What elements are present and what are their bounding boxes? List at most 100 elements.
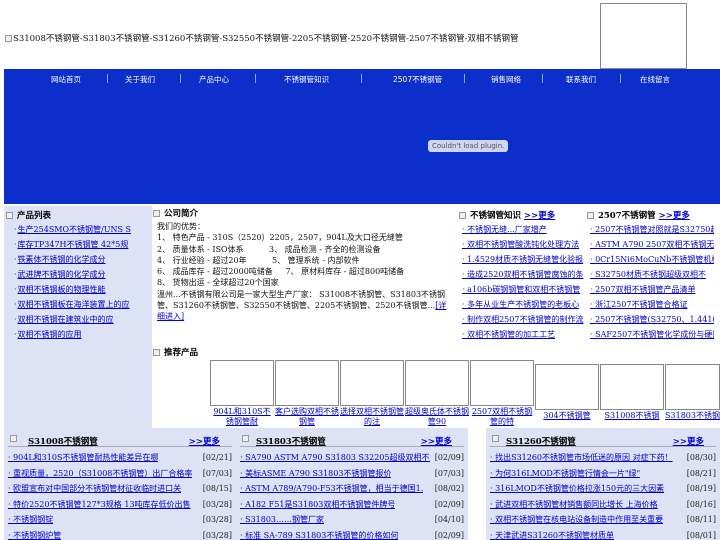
list-item: · 双相不锈钢管在核电站设备制造中作用至关重要 [08/11]: [490, 512, 716, 528]
product-image[interactable]: [600, 364, 664, 410]
product-image[interactable]: [665, 364, 720, 410]
more-link[interactable]: >>更多: [659, 211, 690, 221]
product-image[interactable]: [535, 364, 599, 410]
s31008-title-link[interactable]: S31008不锈钢管: [28, 435, 98, 447]
knowledge-link[interactable]: · 不锈钢无缝...厂家增产: [462, 222, 586, 237]
product-link[interactable]: 铁素体不锈钢的化学成分: [14, 252, 152, 267]
knowledge-link[interactable]: · 双相不锈钢管的加工工艺: [462, 327, 586, 342]
news-link[interactable]: · SA790 ASTM A790 S31803 S32205超级双相不锈钢: [240, 450, 430, 466]
more-link[interactable]: >>更多: [189, 435, 220, 447]
product-card-link[interactable]: 选择双相不锈钢管的注: [340, 407, 404, 426]
knowledge-link[interactable]: · 造成2520双相不锈钢管腐蚀的条: [462, 267, 586, 282]
pipe-2507-link[interactable]: · S32750材质不锈钢超级双相不: [590, 267, 714, 282]
news-link[interactable]: · A182 F51是S31803双相不锈钢管件牌号: [240, 497, 395, 513]
s31260-panel: S31260不锈钢管 >>更多 · 找出S31260不锈钢管市场低迷的原因 对症…: [486, 428, 720, 540]
s31260-title-link[interactable]: S31260不锈钢管: [506, 435, 576, 447]
knowledge-link[interactable]: · a106b碳钢钢管和双相不锈钢管: [462, 282, 586, 297]
pipe-2507-link[interactable]: · 2507不锈钢管(S32750、1.4410): [590, 312, 714, 327]
news-link[interactable]: · 武进双相不锈钢管材销售额同比增长 上海价格: [490, 497, 658, 513]
product-link[interactable]: 双相不锈钢板在海洋装置上的应: [14, 297, 152, 312]
news-link[interactable]: · 天津武进S31260不锈钢管材质单: [490, 528, 614, 540]
product-link[interactable]: 双相不锈钢的应用: [14, 327, 152, 342]
news-link[interactable]: · 316LMOD不锈钢管价格拉涨150元的三大因素: [490, 481, 664, 497]
news-link[interactable]: · 标准 SA-789 S31803不锈钢管的价格如何: [240, 528, 398, 540]
pipe-2507-link[interactable]: · 2507双相不锈钢管产品清单: [590, 282, 714, 297]
product-link[interactable]: 双相不锈钢在建筑业中的应: [14, 312, 152, 327]
nav-divider: [361, 74, 362, 83]
news-link[interactable]: · 不锈钢钢炉管: [8, 528, 61, 540]
product-link[interactable]: 双相不锈钢板的物理性能: [14, 282, 152, 297]
product-card-link[interactable]: 客户选购双相不锈钢管: [275, 407, 339, 426]
product-card-link[interactable]: 2507双相不锈钢管的特: [472, 407, 532, 426]
product-card-link[interactable]: 904L和310S不锈钢管耐: [213, 407, 270, 426]
pipe-2507-link[interactable]: · 2507不锈钢管对照就是S32750超: [590, 222, 714, 237]
product-image[interactable]: [470, 360, 534, 406]
product-image[interactable]: [275, 360, 339, 406]
news-link[interactable]: · 不锈钢钢锭: [8, 512, 53, 528]
nav-contact[interactable]: 联系我们: [566, 74, 596, 85]
product-link[interactable]: 生产254SMO不锈钢管/UNS S: [14, 222, 152, 237]
nav-2507[interactable]: 2507不锈钢管: [393, 74, 442, 85]
product-card[interactable]: 2507双相不锈钢管的特: [470, 360, 534, 427]
product-card-link[interactable]: S31008不锈钢: [605, 411, 660, 420]
s31803-list: · SA790 ASTM A790 S31803 S32205超级双相不锈钢 [0…: [240, 450, 464, 540]
pipe-2507-link[interactable]: · 浙江2507不锈钢管合格证: [590, 297, 714, 312]
product-card[interactable]: 超级奥氏体不锈钢管90: [405, 360, 469, 427]
product-card[interactable]: 选择双相不锈钢管的注: [340, 360, 404, 427]
product-card[interactable]: 304不锈钢管: [535, 364, 599, 421]
product-link[interactable]: 库存TP347H不锈钢管 42*5规: [14, 237, 152, 252]
intro-title: 公司简介: [163, 209, 198, 219]
news-link[interactable]: · 双相不锈钢管在核电站设备制造中作用至关重要: [490, 512, 663, 528]
nav-knowledge[interactable]: 不锈钢管知识: [284, 74, 329, 85]
news-link[interactable]: · 特价2520不锈钢管127*3规格 13吨库存低价出售: [8, 497, 191, 513]
plugin-error-message: Couldn't load plugin.: [428, 140, 509, 152]
logo-alt-label: S31008不锈钢管-S31803不锈钢管-S31260不锈钢管-S32550不…: [13, 34, 519, 44]
news-link[interactable]: · 欧盟宣布对中国部分不锈钢管材征收临时进口关: [8, 481, 181, 497]
list-item: · S31803……钢管厂家 [04/10]: [240, 512, 464, 528]
product-card[interactable]: S31008不锈钢: [600, 364, 664, 421]
product-card-link[interactable]: 304不锈钢管: [543, 411, 590, 420]
knowledge-link[interactable]: · 双相不锈钢管酸洗钝化处理方法: [462, 237, 586, 252]
news-date: [02/09]: [434, 499, 464, 509]
product-image[interactable]: [405, 360, 469, 406]
knowledge-link[interactable]: · 1.4529材质不锈钢无缝管化验报: [462, 252, 586, 267]
pipe-2507-link[interactable]: · 0Cr15Ni6MoCuNb不锈钢管机械性: [590, 252, 714, 267]
product-card-link[interactable]: S31803不锈钢: [665, 411, 720, 420]
product-image[interactable]: [340, 360, 404, 406]
news-link[interactable]: · 重视质量，2520（S31008不锈钢管）出厂合格率: [8, 466, 192, 482]
s31803-title-link[interactable]: S31803不锈钢管: [256, 435, 326, 447]
more-link[interactable]: >>更多: [524, 211, 555, 221]
news-link[interactable]: · 找出S31260不锈钢管市场低迷的原因 对症下药！: [490, 450, 673, 466]
pipe-2507-link[interactable]: · ASTM A790 2507双相不锈钢无缝: [590, 237, 714, 252]
pipe-2507-link[interactable]: · SAF2507不锈钢管化学成份与硬图: [590, 327, 714, 342]
pipe-2507-title: 2507不锈钢管: [597, 211, 656, 221]
news-date: [03/28]: [202, 530, 232, 540]
news-link[interactable]: · 美标ASME A790 S31803不锈钢管报价: [240, 466, 391, 482]
knowledge-link[interactable]: · 制作双相2507不锈钢管的制作流: [462, 312, 586, 327]
broken-image-icon: [10, 435, 17, 442]
nav-products[interactable]: 产品中心: [199, 74, 229, 85]
product-card[interactable]: 客户选购双相不锈钢管: [275, 360, 339, 427]
list-item: · 天津武进S31260不锈钢管材质单 [08/01]: [490, 528, 716, 540]
nav-divider: [255, 74, 256, 83]
news-date: [08/15]: [202, 484, 232, 493]
more-link[interactable]: >>更多: [421, 435, 452, 447]
intro-header: 公司简介: [153, 209, 198, 220]
nav-about[interactable]: 关于我们: [125, 74, 155, 85]
product-image[interactable]: [210, 360, 274, 406]
product-card[interactable]: S31803不锈钢: [665, 364, 720, 421]
more-link[interactable]: >>更多: [673, 435, 704, 447]
knowledge-link[interactable]: · 多年从业生产不锈钢管的老板心: [462, 297, 586, 312]
news-link[interactable]: · S31803……钢管厂家: [240, 512, 324, 528]
product-card[interactable]: 904L和310S不锈钢管耐: [210, 360, 274, 427]
nav-guestbook[interactable]: 在线留言: [640, 74, 670, 85]
nav-sales[interactable]: 销售网络: [491, 74, 521, 85]
product-card-link[interactable]: 超级奥氏体不锈钢管90: [405, 407, 469, 426]
news-date: [08/30]: [686, 453, 716, 462]
news-link[interactable]: · 为何316LMOD不锈钢管行情会一片"绿": [490, 466, 640, 482]
list-item: · 904L和310S不锈钢管耐热性能差异在哪 [02/21]: [8, 450, 232, 466]
news-link[interactable]: · ASTM A789/A790-F53不锈钢管，相当于德国1.: [240, 481, 423, 497]
nav-home[interactable]: 网站首页: [51, 74, 81, 85]
news-link[interactable]: · 904L和310S不锈钢管耐热性能差异在哪: [8, 450, 158, 466]
product-link[interactable]: 武进牌不锈钢的化学成分: [14, 267, 152, 282]
